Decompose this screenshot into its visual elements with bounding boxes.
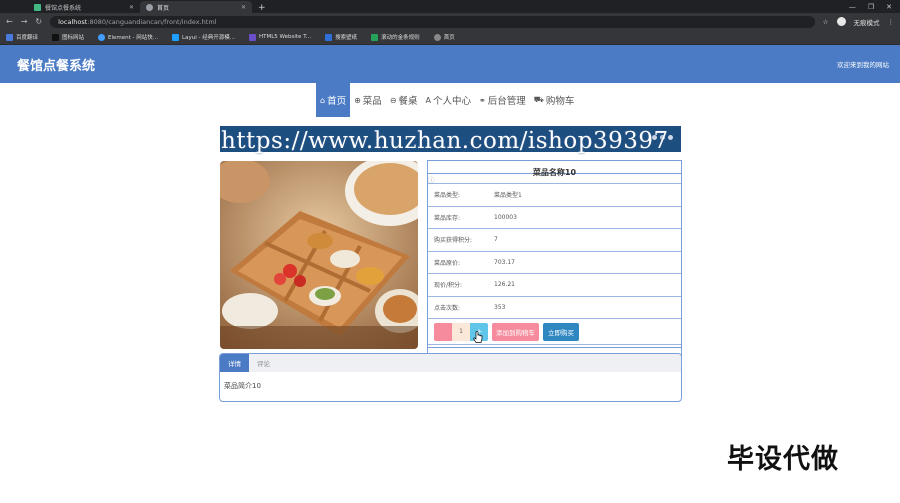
incognito-avatar[interactable]	[836, 17, 846, 26]
info-value: 126.21	[494, 281, 515, 289]
browser-tab-admin[interactable]: 餐馆点餐系统 ✕	[28, 1, 140, 13]
close-icon[interactable]: ✕	[241, 4, 246, 11]
site-header: 餐馆点餐系统 欢迎来到我的网站	[0, 45, 900, 83]
watermark-url: https://www.huzhan.com/ishop39397	[221, 128, 669, 154]
bookmark-item[interactable]: 首页	[433, 33, 455, 41]
site-title: 餐馆点餐系统	[17, 58, 96, 74]
nav-item-tables[interactable]: ⊖ 餐桌	[386, 83, 422, 117]
quantity-input[interactable]: 1	[452, 322, 470, 341]
hand-cursor-icon	[473, 331, 483, 343]
browser-tab-pinned-2[interactable]	[14, 1, 28, 13]
browser-tab-pinned-1[interactable]	[0, 1, 14, 13]
vue-icon	[34, 3, 41, 11]
nav-item-dishes[interactable]: ⊕ 菜品	[350, 83, 386, 117]
maximize-icon[interactable]: ❐	[868, 3, 874, 11]
watermark-corner: 毕设代做	[727, 444, 839, 475]
back-icon[interactable]: ←	[6, 17, 13, 26]
bookmark-icon	[52, 33, 60, 41]
info-row-stock: 菜品库存: 100003	[428, 207, 681, 229]
forward-icon[interactable]: →	[21, 17, 28, 26]
info-row-clicks: 点击次数: 353	[428, 297, 681, 319]
info-row-original-price: 菜品原价: 703.17	[428, 252, 681, 274]
new-tab-button[interactable]: +	[252, 3, 272, 13]
nav-item-admin[interactable]: ⚭ 后台管理	[475, 83, 530, 117]
bookmark-item[interactable]: 百度翻译	[6, 33, 38, 41]
minimize-icon[interactable]: —	[849, 3, 856, 11]
table-icon: ⊖	[389, 95, 397, 105]
window-controls: — ❐ ✕	[849, 0, 900, 13]
tab-comments[interactable]: 评论	[249, 354, 278, 372]
decrement-button[interactable]	[434, 322, 452, 341]
info-row-current-price: 现价/积分: 126.21	[428, 274, 681, 297]
info-value: 7	[494, 236, 498, 244]
product-actions: 1 + 添加到购物车 立即购买	[428, 319, 681, 345]
product-name: 菜品名称10	[428, 161, 681, 184]
product-info-panel: 菜品名称10 菜品类型: 菜品类型1 菜品库存: 100003 购买获得积分: 7 菜…	[427, 160, 682, 348]
cart-icon: ⛟	[533, 95, 544, 104]
bookmark-item[interactable]: 搜索壁纸	[325, 33, 357, 41]
nav-item-profile[interactable]: A 个人中心	[422, 83, 476, 117]
address-bar-actions: ☆ 无痕模式 ⋮	[823, 17, 894, 27]
bookmarks-bar: 百度翻译 图标网站 Element - 网站快... Layui - 经典开源模…	[0, 30, 900, 45]
bookmark-icon	[6, 33, 13, 41]
add-to-cart-button[interactable]: 添加到购物车	[492, 322, 539, 341]
detail-content: 菜品简介10	[224, 382, 261, 390]
info-value: 703.17	[494, 258, 515, 266]
info-key: 点击次数:	[434, 304, 461, 312]
info-row-points: 购买获得积分: 7	[428, 229, 681, 252]
bookmark-item[interactable]: HTML5 Website T...	[248, 33, 311, 41]
bookmark-item[interactable]: 图标网站	[52, 33, 84, 41]
browser-tab-home[interactable]: 首页 ✕	[140, 1, 252, 13]
browser-tab-title: 餐馆点餐系统	[45, 4, 82, 12]
info-key: 现价/积分:	[434, 282, 463, 290]
link-icon: ⚭	[479, 95, 486, 105]
detail-tab-bar: 详情 评论	[220, 354, 681, 372]
detail-panel: 详情 评论 菜品简介10	[219, 353, 682, 402]
info-value: 353	[494, 303, 506, 311]
address-bar: ← → ↻ ⓘ localhost:8080/canguandiancan/fr…	[0, 13, 900, 361]
user-icon: A	[425, 95, 432, 105]
url-path: :8080/canguandiancan/front/index.html	[87, 17, 217, 26]
bookmark-icon	[248, 33, 256, 41]
dish-icon: ⊕	[354, 95, 361, 105]
bookmark-icon	[98, 33, 106, 41]
bookmark-item[interactable]: Layui - 经典开源模...	[172, 33, 235, 41]
menu-icon[interactable]: ⋮	[888, 18, 895, 26]
info-key: 菜品原价:	[434, 259, 461, 267]
info-row-type: 菜品类型: 菜品类型1	[428, 184, 681, 207]
info-key: 菜品类型:	[434, 192, 461, 200]
info-value: 菜品类型1	[494, 192, 522, 200]
home-icon: ⌂	[320, 95, 326, 105]
profile-label[interactable]: 无痕模式	[854, 17, 880, 27]
buy-now-button[interactable]: 立即购买	[543, 322, 579, 341]
reload-icon[interactable]: ↻	[35, 17, 42, 26]
browser-tab-title: 首页	[157, 4, 170, 12]
star-icon[interactable]: ☆	[823, 18, 829, 26]
bookmark-item[interactable]: Element - 网站快...	[98, 33, 158, 41]
info-key: 菜品库存:	[434, 214, 461, 222]
tab-details[interactable]: 详情	[220, 354, 249, 372]
main-nav: ⌂ 首页 ⊕ 菜品 ⊖ 餐桌 A 个人中心 ⚭ 后台管理 ⛟ 购物车	[316, 83, 578, 117]
welcome-text: 欢迎来到我的网站	[837, 61, 889, 69]
url-input[interactable]: ⓘ localhost:8080/canguandiancan/front/in…	[50, 15, 815, 361]
nav-item-home[interactable]: ⌂ 首页	[316, 83, 351, 117]
info-value: 100003	[494, 213, 517, 221]
bookmark-icon	[172, 33, 180, 41]
close-icon[interactable]: ✕	[129, 4, 134, 11]
globe-icon	[433, 33, 441, 41]
bookmark-item[interactable]: 滚动的金条规则	[371, 33, 420, 41]
url-host: localhost	[58, 17, 88, 26]
bookmark-icon	[371, 33, 379, 41]
browser-tab-strip: 餐馆点餐系统 ✕ 首页 ✕ + — ❐ ✕	[0, 0, 900, 13]
close-window-icon[interactable]: ✕	[886, 3, 892, 11]
food-photo	[220, 161, 418, 349]
bookmark-icon	[325, 33, 333, 41]
info-key: 购买获得积分:	[434, 237, 473, 245]
product-image	[220, 161, 418, 349]
globe-icon	[146, 3, 153, 11]
nav-item-cart[interactable]: ⛟ 购物车	[530, 83, 579, 117]
